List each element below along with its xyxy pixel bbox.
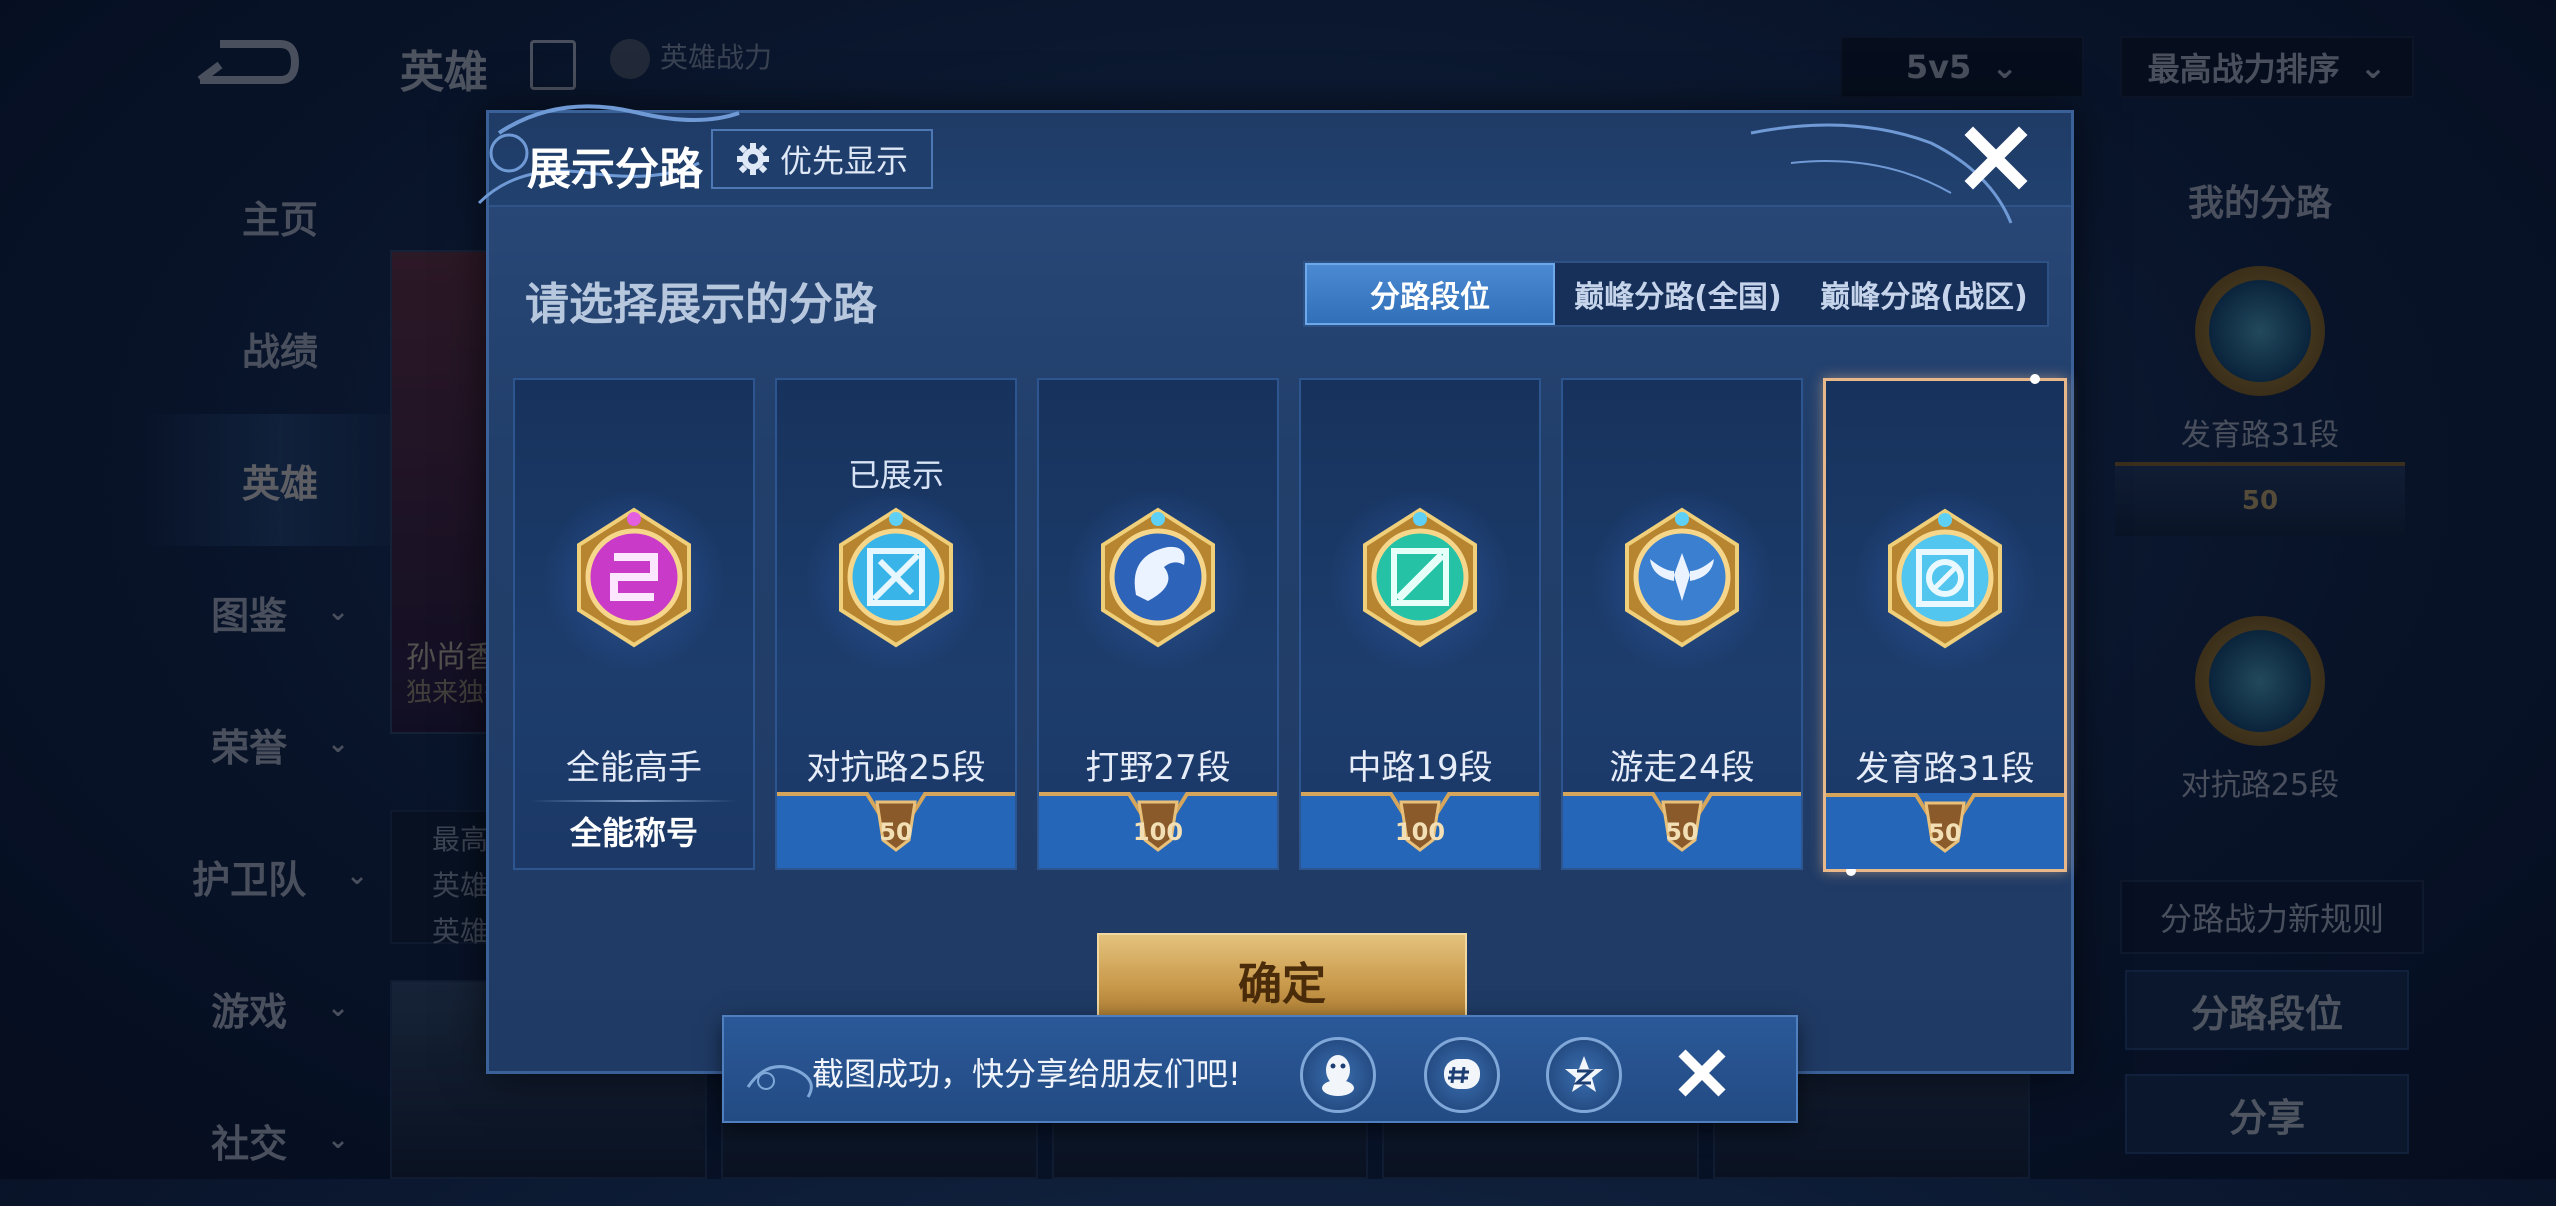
lane-card-farm[interactable]: 发育路31段 50 (1823, 374, 2067, 876)
tab-peak-national[interactable]: 巅峰分路(全国) (1555, 263, 1801, 325)
lane-name: 对抗路25段 (806, 748, 986, 788)
lane-name: 打野27段 (1085, 748, 1231, 788)
gear-icon (736, 143, 769, 175)
priority-display-button[interactable]: 优先显示 (711, 129, 933, 189)
tab-lane-rank[interactable]: 分路段位 (1305, 263, 1555, 325)
star-value: 100 (1394, 818, 1446, 846)
priority-display-label: 优先显示 (779, 142, 908, 180)
farm-lane-icon (1888, 508, 2002, 649)
lane-card-jungle[interactable]: 打野27段 100 (1037, 378, 1279, 870)
lane-card-list: 全能高手 全能称号 已展示 对抗路25段 50 打野27段 100 中路19段 … (513, 374, 2067, 876)
lane-name: 全能高手 (566, 748, 702, 788)
close-icon[interactable] (1672, 1043, 1732, 1103)
corner-dot (2030, 374, 2040, 384)
lane-name: 中路19段 (1347, 748, 1493, 788)
lane-card-all-round[interactable]: 全能高手 全能称号 (513, 378, 755, 870)
lane-card-roam[interactable]: 游走24段 50 (1561, 378, 1803, 870)
share-wechat-button[interactable] (1424, 1037, 1500, 1113)
qq-icon (1322, 1055, 1354, 1096)
tab-peak-region[interactable]: 巅峰分路(战区) (1801, 263, 2047, 325)
mid-lane-icon (1363, 507, 1477, 648)
lane-name: 游走24段 (1609, 748, 1755, 788)
modal-title: 展示分路 (527, 144, 703, 195)
qzone-icon (1565, 1056, 1603, 1092)
lane-card-clash[interactable]: 已展示 对抗路25段 50 (775, 378, 1017, 870)
wechat-icon (1444, 1059, 1480, 1089)
all-round-icon (577, 507, 691, 648)
share-qq-button[interactable] (1300, 1037, 1376, 1113)
star-value: 100 (1132, 818, 1184, 846)
lane-card-mid[interactable]: 中路19段 100 (1299, 378, 1541, 870)
star-value: 50 (879, 818, 913, 846)
confirm-button[interactable]: 确定 (1097, 933, 1467, 1027)
star-value: 50 (1665, 818, 1699, 846)
lane-name: 发育路31段 (1855, 749, 2035, 789)
clash-lane-icon (839, 507, 953, 648)
display-lane-modal: 展示分路 优先显示 请选择展示的分路 分路段位 巅峰分路(全国) 巅峰分路(战区… (477, 104, 2074, 1074)
jungle-icon (1101, 507, 1215, 648)
screenshot-toast: 截图成功，快分享给朋友们吧! (722, 1015, 1798, 1123)
divider (531, 800, 737, 802)
star-value: 50 (1928, 819, 1962, 847)
modal-header: 展示分路 优先显示 (477, 104, 2071, 224)
close-icon[interactable] (1961, 123, 2031, 193)
toast-message: 截图成功，快分享给朋友们吧! (812, 1055, 1241, 1093)
share-qzone-button[interactable] (1546, 1037, 1622, 1113)
modal-subtitle: 请选择展示的分路 (525, 279, 877, 330)
lane-tabs: 分路段位 巅峰分路(全国) 巅峰分路(战区) (1303, 261, 2049, 327)
roam-icon (1625, 507, 1739, 648)
all-round-title-label: 全能称号 (569, 814, 698, 852)
